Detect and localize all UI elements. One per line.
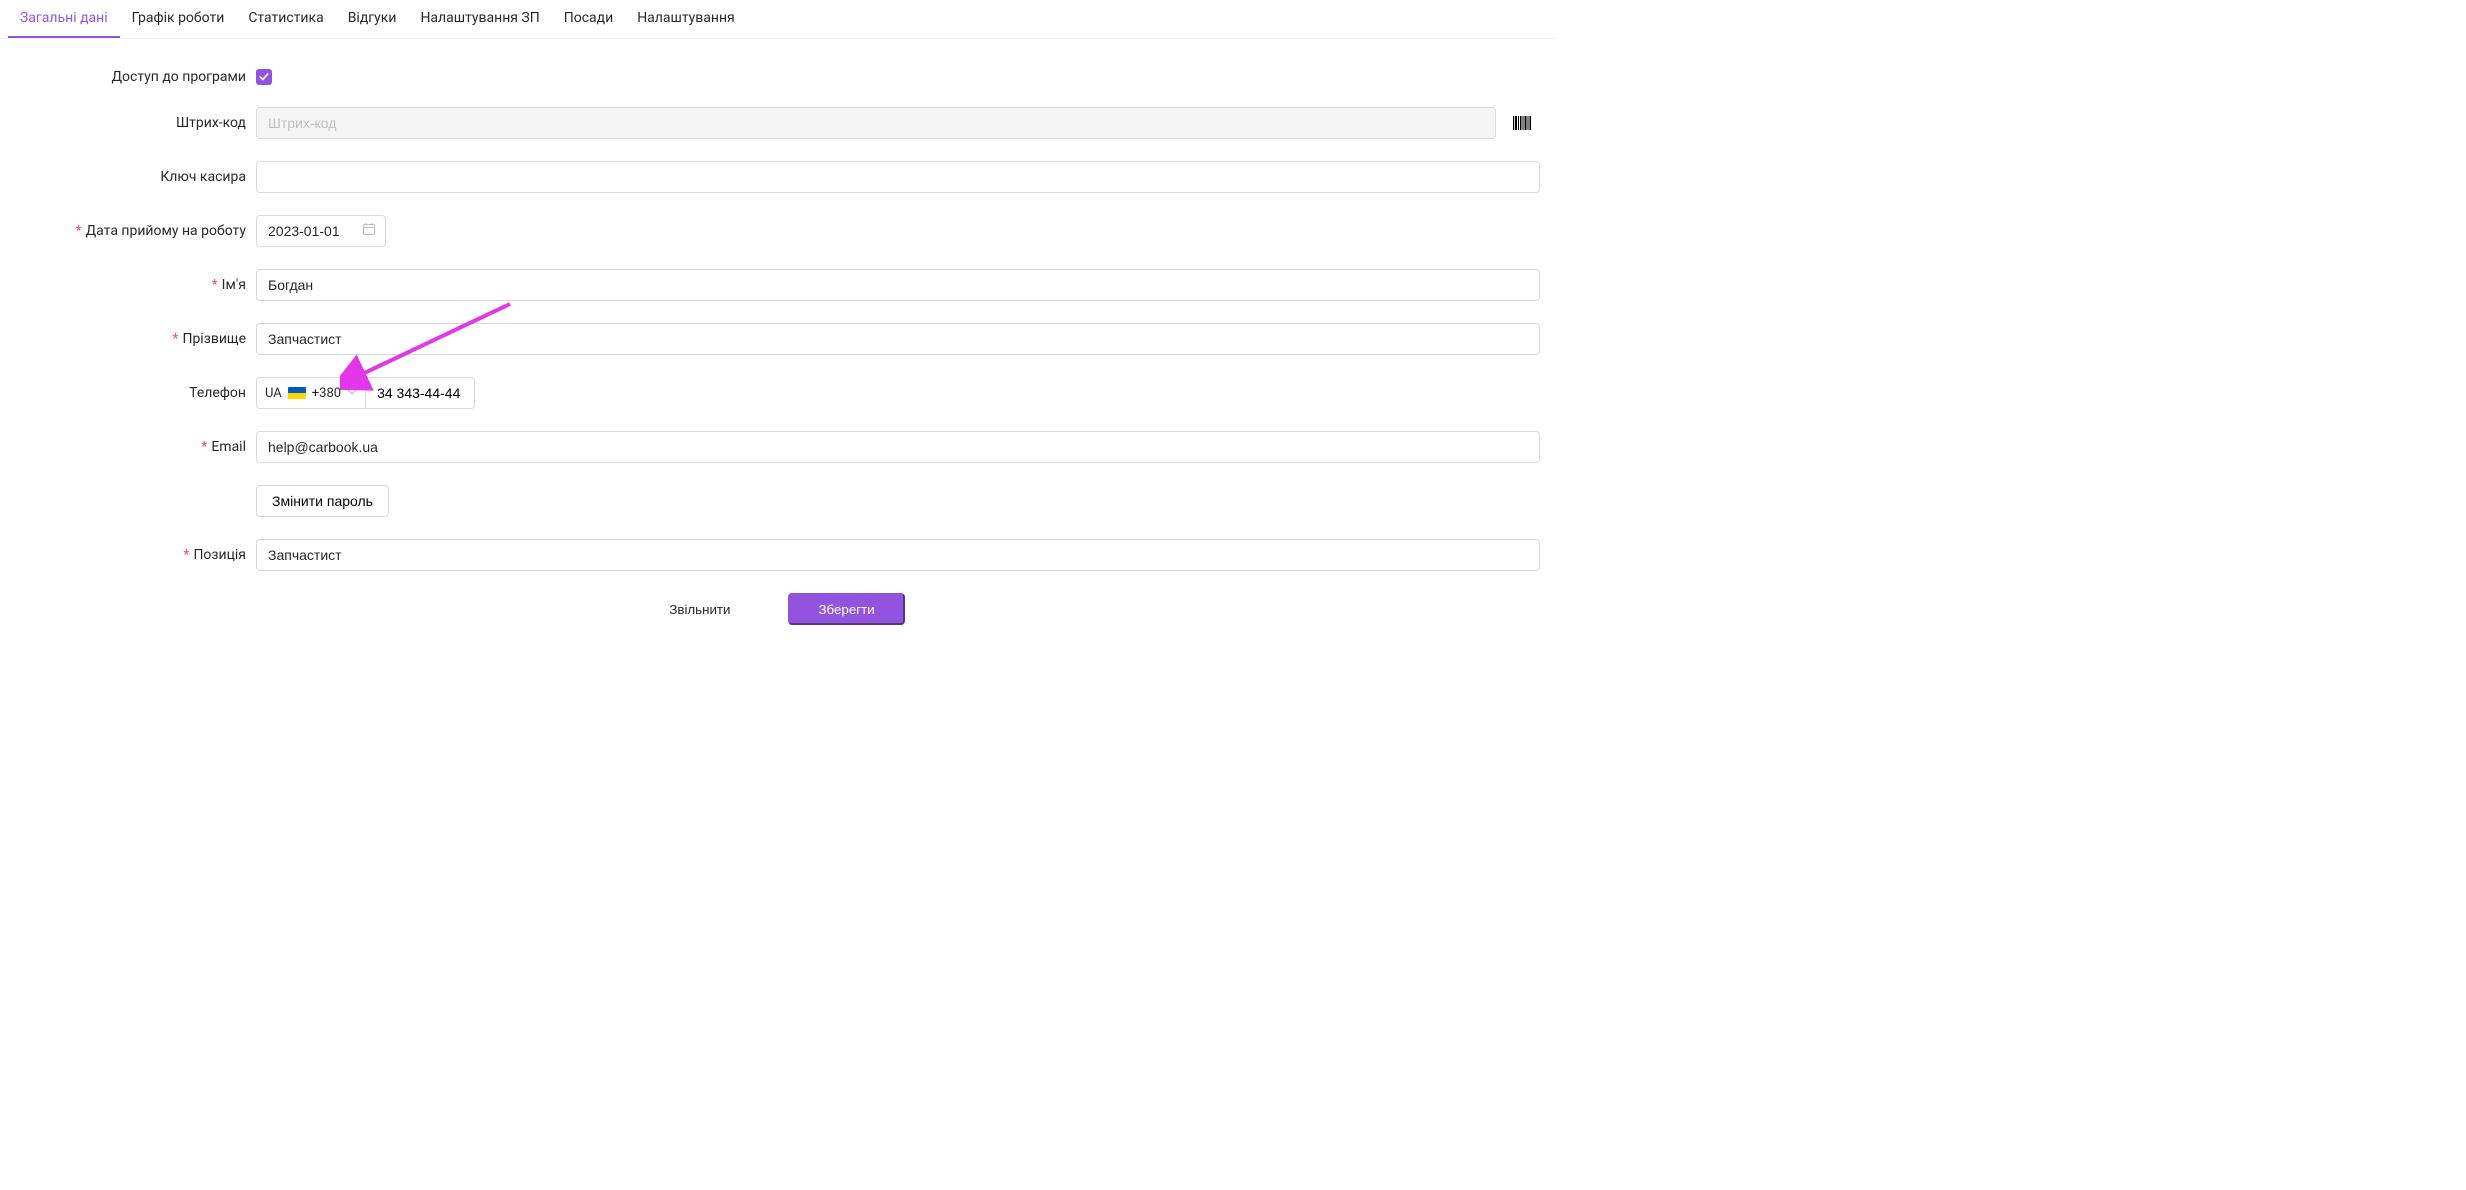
tab-general[interactable]: Загальні дані — [8, 0, 120, 38]
phone-country-code: UA — [265, 386, 282, 401]
phone-country-select[interactable]: UA +380 — [256, 377, 365, 409]
employee-form: Доступ до програми Штрих-код — [0, 39, 1556, 655]
label-first-name: Ім'я — [16, 277, 256, 293]
tab-salary-settings[interactable]: Налаштування ЗП — [408, 0, 551, 38]
email-input[interactable] — [256, 431, 1540, 463]
save-button[interactable]: Зберегти — [788, 593, 904, 625]
label-hire-date: Дата прийому на роботу — [16, 223, 256, 239]
label-barcode: Штрих-код — [16, 115, 256, 131]
chevron-down-icon — [347, 385, 357, 401]
phone-prefix-text: +380 — [312, 386, 341, 401]
position-input[interactable] — [256, 539, 1540, 571]
dismiss-button[interactable]: Звільнити — [651, 593, 748, 625]
hire-date-picker[interactable] — [256, 215, 386, 247]
tab-schedule[interactable]: Графік роботи — [120, 0, 237, 38]
form-footer: Звільнити Зберегти — [16, 593, 1540, 625]
change-password-button[interactable]: Змінити пароль — [256, 485, 389, 517]
barcode-scan-button[interactable] — [1504, 107, 1540, 139]
tab-positions[interactable]: Посади — [552, 0, 625, 38]
label-position: Позиція — [16, 547, 256, 563]
tabs-bar: Загальні дані Графік роботи Статистика В… — [0, 0, 1556, 39]
label-cashier-key: Ключ касира — [16, 169, 256, 185]
barcode-icon — [1513, 115, 1531, 131]
barcode-input — [256, 107, 1496, 139]
flag-ua-icon — [288, 387, 306, 399]
phone-number-input[interactable] — [365, 377, 475, 409]
label-phone: Телефон — [16, 385, 256, 401]
first-name-input[interactable] — [256, 269, 1540, 301]
label-email: Email — [16, 439, 256, 455]
label-access: Доступ до програми — [16, 69, 256, 85]
tab-settings[interactable]: Налаштування — [625, 0, 747, 38]
access-checkbox[interactable] — [256, 69, 272, 85]
last-name-input[interactable] — [256, 323, 1540, 355]
tab-reviews[interactable]: Відгуки — [336, 0, 409, 38]
calendar-icon — [362, 222, 376, 240]
cashier-key-input[interactable] — [256, 161, 1540, 193]
label-last-name: Прізвище — [16, 331, 256, 347]
tab-statistics[interactable]: Статистика — [236, 0, 335, 38]
